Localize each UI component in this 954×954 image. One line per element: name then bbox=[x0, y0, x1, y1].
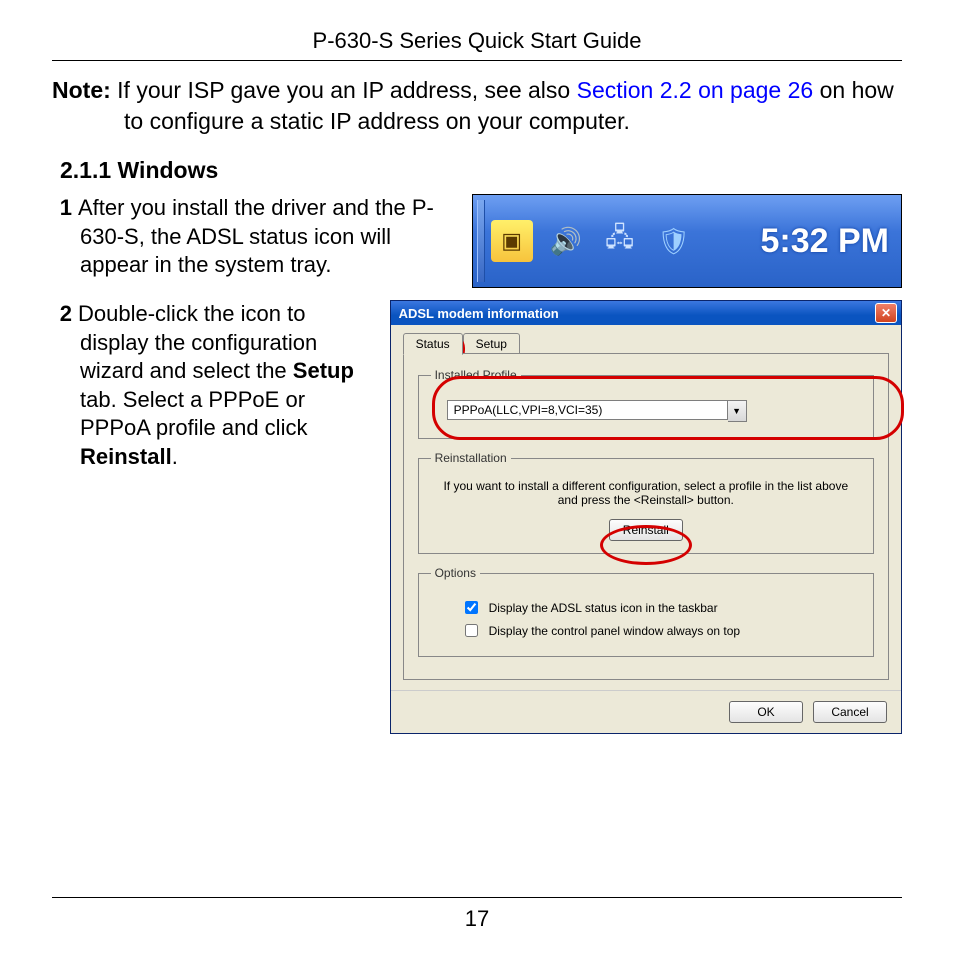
close-icon: ✕ bbox=[881, 306, 891, 320]
step-2-text-a: Double-click the icon to display the con… bbox=[78, 301, 317, 383]
reinstallation-group: Reinstallation If you want to install a … bbox=[418, 451, 874, 554]
step-1: 1After you install the driver and the P-… bbox=[52, 194, 452, 280]
note-paragraph: Note: If your ISP gave you an IP address… bbox=[52, 75, 902, 137]
dialog-title: ADSL modem information bbox=[399, 306, 559, 321]
option-row-2[interactable]: Display the control panel window always … bbox=[461, 621, 861, 640]
option-taskbar-icon-label: Display the ADSL status icon in the task… bbox=[489, 601, 718, 615]
dialog-titlebar[interactable]: ADSL modem information ✕ bbox=[391, 301, 901, 325]
network-icon[interactable]: 🖧 bbox=[599, 220, 641, 262]
step-2-number: 2 bbox=[52, 300, 72, 329]
reinstallation-text: If you want to install a different confi… bbox=[437, 479, 855, 507]
reinstallation-legend: Reinstallation bbox=[431, 451, 511, 465]
note-text-before: If your ISP gave you an IP address, see … bbox=[111, 77, 577, 103]
adsl-status-icon[interactable]: ▣ bbox=[491, 220, 533, 262]
volume-icon[interactable]: 🔊 bbox=[545, 220, 587, 262]
option-always-on-top-checkbox[interactable] bbox=[465, 624, 478, 637]
tray-clock: 5:32 PM bbox=[761, 222, 890, 261]
option-always-on-top-label: Display the control panel window always … bbox=[489, 624, 740, 638]
section-number: 2.1.1 bbox=[60, 157, 111, 183]
tab-setup[interactable]: Setup bbox=[463, 333, 520, 354]
section-heading: 2.1.1 Windows bbox=[60, 157, 902, 184]
options-legend: Options bbox=[431, 566, 480, 580]
installed-profile-legend: Installed Profile bbox=[431, 368, 521, 382]
step-2-bold-setup: Setup bbox=[293, 358, 354, 383]
step-2-text-e: . bbox=[172, 444, 178, 469]
step-1-number: 1 bbox=[52, 194, 72, 223]
note-crossref-link[interactable]: Section 2.2 on page 26 bbox=[577, 77, 814, 103]
close-button[interactable]: ✕ bbox=[875, 303, 897, 323]
step-2-text-c: tab. Select a PPPoE or PPPoA profile and… bbox=[80, 387, 307, 441]
profile-value[interactable] bbox=[447, 400, 728, 420]
adsl-modem-dialog: ADSL modem information ✕ Status Setup bbox=[390, 300, 902, 734]
tray-grip bbox=[477, 200, 485, 282]
profile-combobox[interactable]: ▼ bbox=[447, 400, 747, 422]
option-row-1[interactable]: Display the ADSL status icon in the task… bbox=[461, 598, 861, 617]
security-icon[interactable]: 🛡 bbox=[653, 220, 695, 262]
note-label: Note: bbox=[52, 77, 111, 103]
options-group: Options Display the ADSL status icon in … bbox=[418, 566, 874, 657]
step-2-bold-reinstall: Reinstall bbox=[80, 444, 172, 469]
tab-status[interactable]: Status bbox=[403, 333, 463, 355]
chevron-down-icon[interactable]: ▼ bbox=[728, 400, 747, 422]
step-1-text: After you install the driver and the P-6… bbox=[78, 195, 434, 277]
page-number: 17 bbox=[52, 897, 902, 932]
option-taskbar-icon-checkbox[interactable] bbox=[465, 601, 478, 614]
step-2: 2Double-click the icon to display the co… bbox=[52, 300, 376, 472]
ok-button[interactable]: OK bbox=[729, 701, 803, 723]
reinstall-button[interactable]: Reinstall bbox=[609, 519, 683, 541]
system-tray-figure: ▣ 🔊 🖧 🛡 5:32 PM bbox=[472, 194, 902, 288]
installed-profile-group: Installed Profile ▼ bbox=[418, 368, 874, 439]
doc-header-title: P-630-S Series Quick Start Guide bbox=[52, 28, 902, 61]
section-title: Windows bbox=[118, 157, 219, 183]
cancel-button[interactable]: Cancel bbox=[813, 701, 887, 723]
